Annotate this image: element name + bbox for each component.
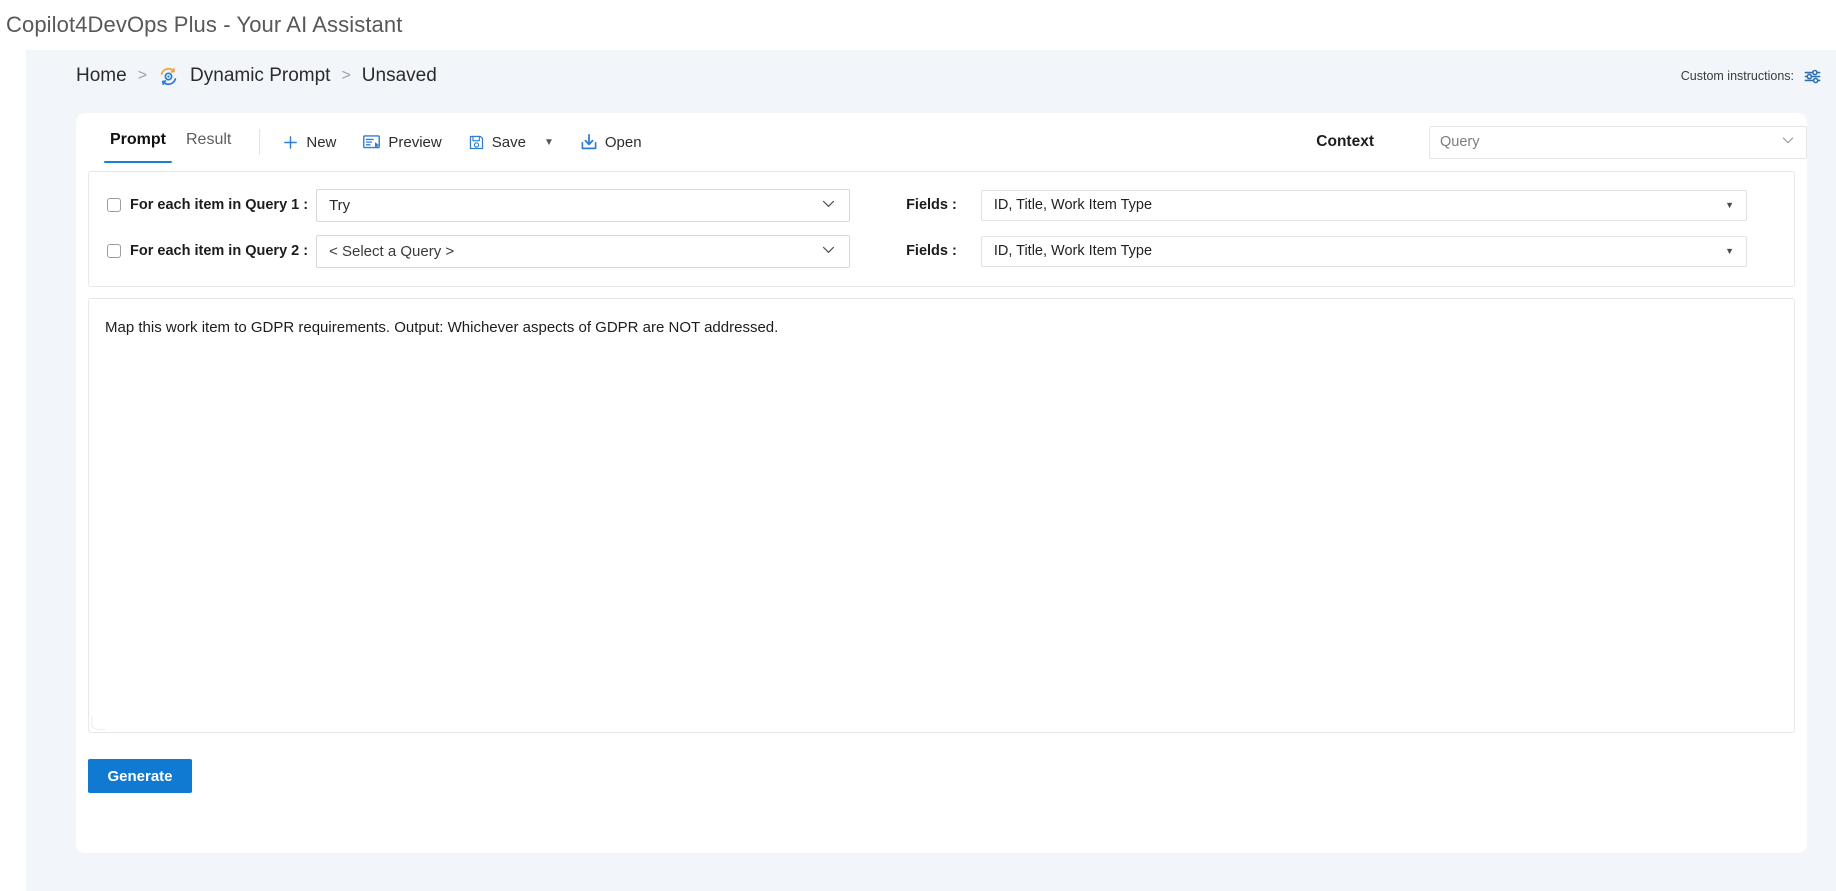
breadcrumb-home[interactable]: Home	[76, 65, 127, 87]
query-row-2: For each item in Query 2 : < Select a Qu…	[89, 228, 1794, 274]
breadcrumb-current: Unsaved	[361, 65, 437, 86]
chevron-down-icon	[820, 241, 837, 262]
chevron-down-icon	[820, 195, 837, 216]
query-row-1: For each item in Query 1 : Try Fields : …	[89, 182, 1794, 228]
caret-down-icon: ▼	[1725, 200, 1734, 210]
custom-instructions[interactable]: Custom instructions:	[1681, 67, 1822, 86]
query-1-label: For each item in Query 1 :	[130, 197, 309, 213]
open-download-icon	[580, 133, 598, 151]
app-title: Copilot4DevOps Plus - Your AI Assistant	[6, 12, 403, 37]
query-1-select[interactable]: Try	[316, 188, 851, 222]
preview-icon	[362, 134, 381, 151]
query-panel: For each item in Query 1 : Try Fields : …	[88, 171, 1795, 287]
app-titlebar: Copilot4DevOps Plus - Your AI Assistant	[0, 0, 1836, 50]
query-2-fields-value: ID, Title, Work Item Type	[993, 243, 1153, 259]
breadcrumb-separator-1: >	[137, 67, 148, 84]
page-canvas: Home > Dynamic Prompt > Unsaved Custom i…	[26, 50, 1836, 891]
breadcrumb-separator-2: >	[341, 67, 351, 84]
dynamic-prompt-sync-icon	[158, 66, 179, 87]
query-1-fields-label: Fields :	[906, 197, 957, 213]
preview-button[interactable]: Preview	[354, 130, 449, 155]
plus-icon	[282, 134, 299, 151]
query-2-value: < Select a Query >	[329, 242, 455, 260]
custom-instructions-label: Custom instructions:	[1680, 69, 1794, 83]
preview-button-label: Preview	[388, 133, 442, 151]
query-1-fields-value: ID, Title, Work Item Type	[993, 197, 1153, 213]
main-card: Prompt Result New Preview Save ▼ Open Co…	[76, 113, 1807, 853]
query-2-fields-label: Fields :	[906, 243, 957, 259]
context-label: Context	[1316, 133, 1374, 150]
sliders-icon[interactable]	[1803, 67, 1822, 86]
toolbar-divider	[259, 129, 261, 155]
tab-result-label: Result	[186, 131, 232, 148]
tab-strip: Prompt Result	[100, 113, 241, 171]
actions-bar: Generate	[76, 733, 1807, 793]
save-dropdown-caret[interactable]: ▼	[534, 133, 564, 152]
context-select-value: Query	[1440, 134, 1480, 150]
chevron-down-icon	[1780, 132, 1796, 152]
prompt-text: Map this work item to GDPR requirements.…	[105, 319, 779, 336]
query-2-label: For each item in Query 2 :	[130, 243, 309, 259]
toolbar: Prompt Result New Preview Save ▼ Open Co…	[76, 113, 1807, 171]
query-2-checkbox[interactable]	[107, 244, 121, 258]
breadcrumb-dynamic-prompt[interactable]: Dynamic Prompt	[190, 65, 330, 87]
open-button-label: Open	[604, 133, 642, 151]
query-1-value: Try	[329, 196, 351, 214]
query-2-fields-select[interactable]: ID, Title, Work Item Type ▼	[980, 235, 1747, 267]
generate-button[interactable]: Generate	[88, 759, 192, 793]
new-button-label: New	[306, 133, 337, 151]
save-button-label: Save	[491, 133, 526, 151]
tab-prompt[interactable]: Prompt	[100, 113, 176, 171]
caret-down-icon: ▼	[1725, 246, 1734, 256]
breadcrumb: Home > Dynamic Prompt > Unsaved Custom i…	[26, 50, 1836, 102]
context-select[interactable]: Query	[1429, 125, 1807, 159]
tab-prompt-label: Prompt	[110, 131, 166, 148]
query-1-checkbox[interactable]	[107, 198, 121, 212]
new-button[interactable]: New	[274, 130, 344, 155]
save-button[interactable]: Save	[460, 130, 534, 155]
resize-handle[interactable]	[91, 716, 105, 730]
prompt-textarea[interactable]: Map this work item to GDPR requirements.…	[88, 298, 1795, 733]
query-1-fields-select[interactable]: ID, Title, Work Item Type ▼	[980, 189, 1747, 221]
context-group: Context Query	[1316, 125, 1807, 159]
open-button[interactable]: Open	[572, 129, 650, 155]
tab-result[interactable]: Result	[176, 113, 241, 171]
query-2-select[interactable]: < Select a Query >	[316, 234, 851, 268]
floppy-disk-icon	[468, 134, 485, 151]
